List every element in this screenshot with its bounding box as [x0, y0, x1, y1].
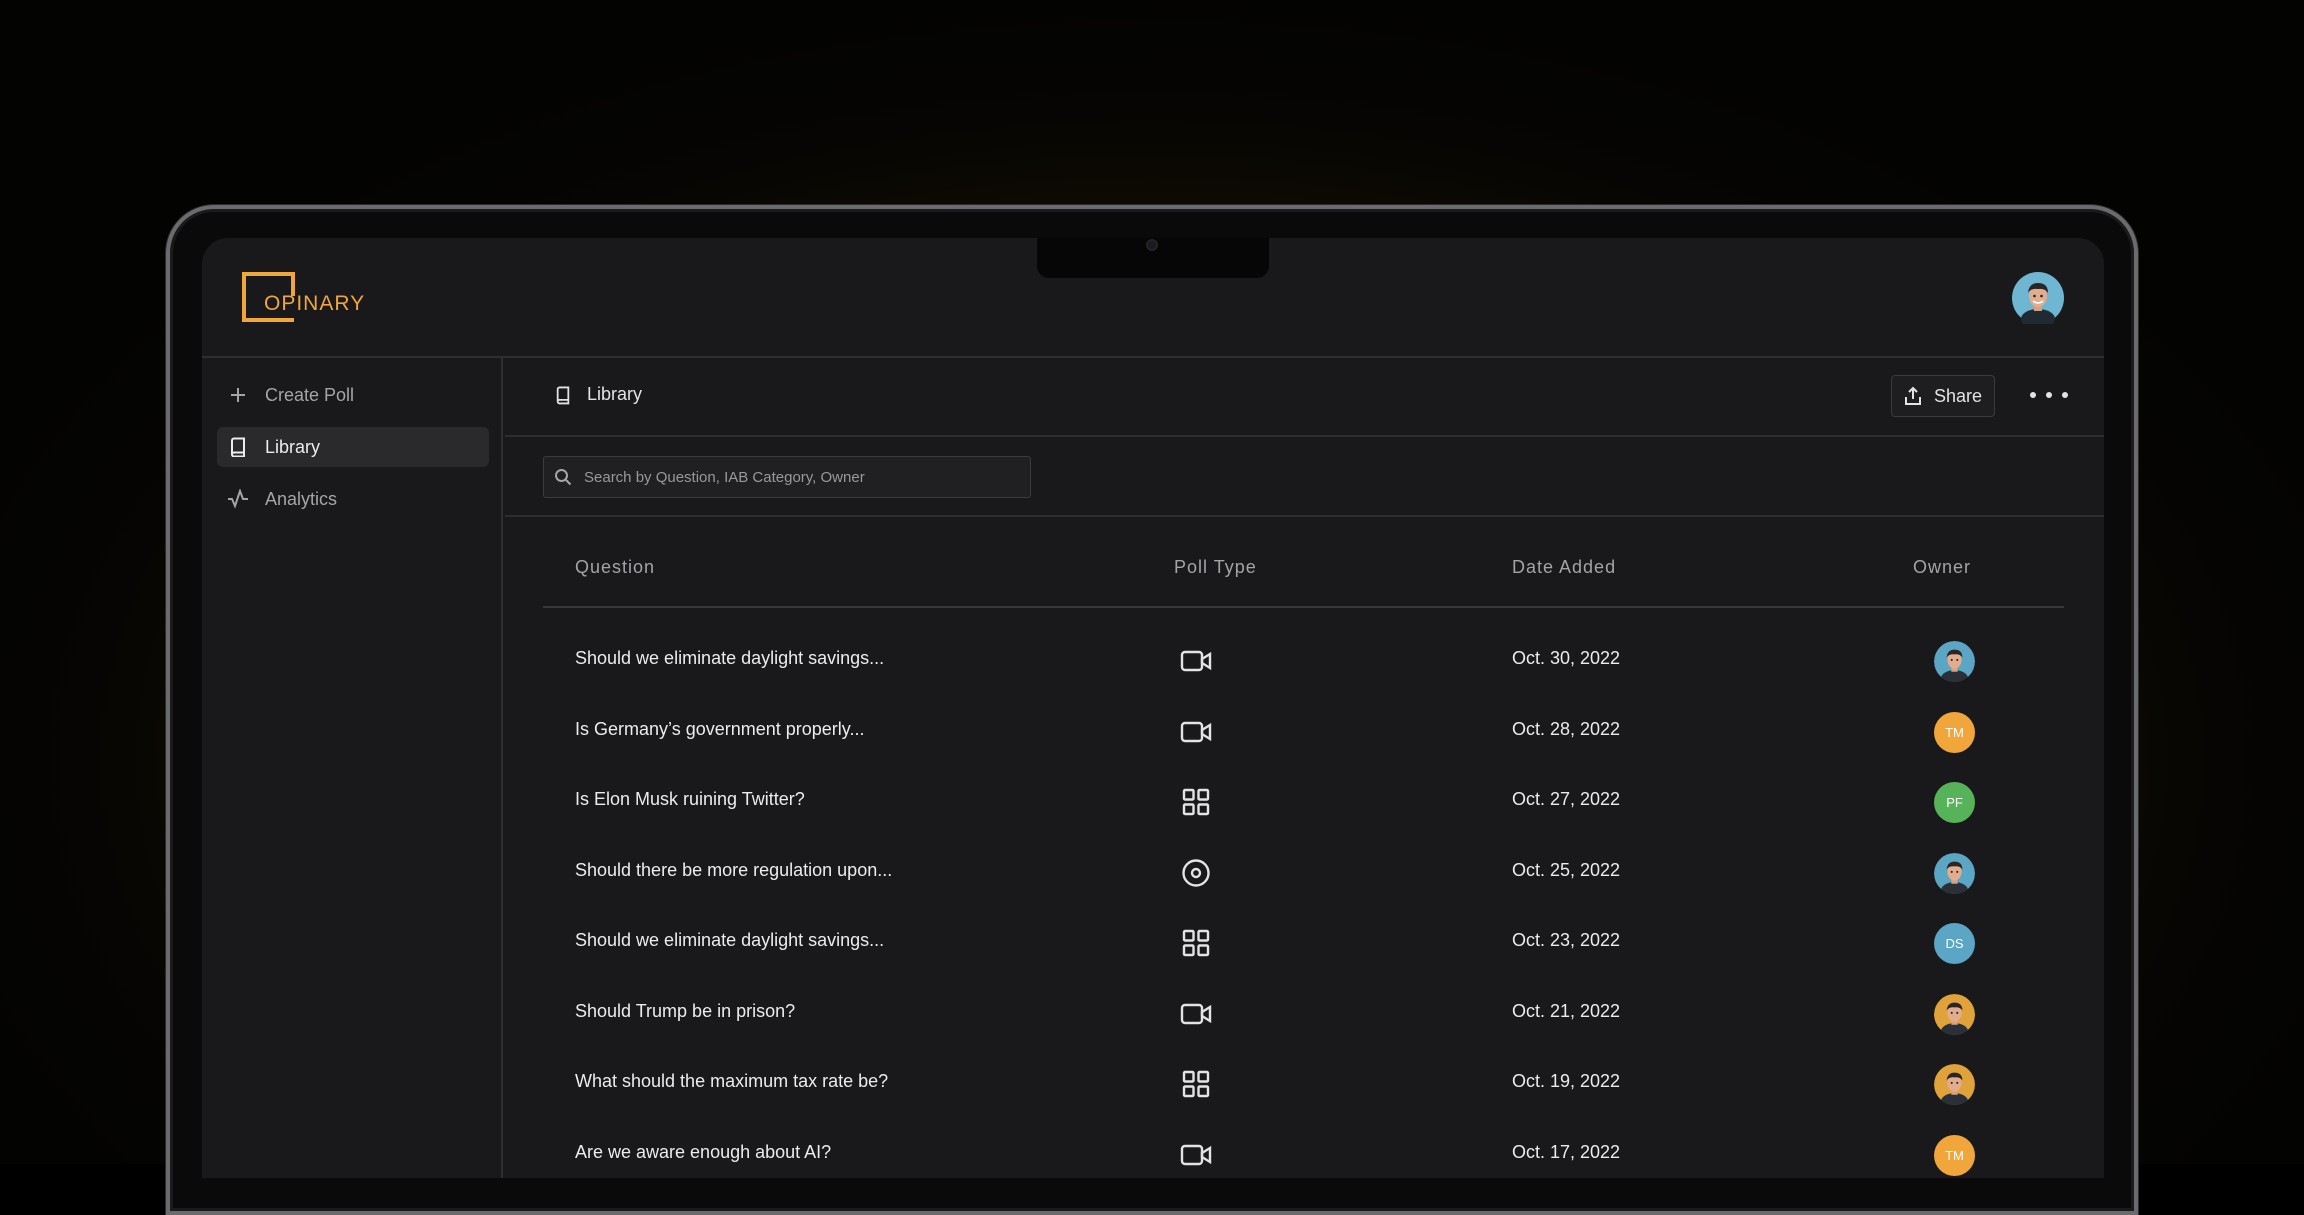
sidebar-item-library[interactable]: Library [217, 427, 489, 467]
sidebar-item-label: Library [265, 436, 321, 457]
table-row[interactable]: Are we aware enough about AI? Oct. 17, 20… [543, 1120, 2064, 1179]
sidebar-item-label: Analytics [265, 488, 338, 509]
owner-avatar[interactable] [1934, 1064, 1975, 1105]
video-icon [1179, 997, 1213, 1031]
breadcrumb: Library [555, 384, 642, 405]
table-row[interactable]: Is Germany’s government properly... Oct. … [543, 697, 2064, 767]
video-icon [1179, 715, 1213, 749]
grid-icon [1179, 785, 1213, 819]
question-cell[interactable]: Should we eliminate daylight savings... [575, 648, 884, 669]
question-cell[interactable]: Is Elon Musk ruining Twitter? [575, 789, 805, 810]
date-cell: Oct. 25, 2022 [1512, 859, 1621, 880]
target-icon [1179, 856, 1213, 890]
column-header-poll-type[interactable]: Poll Type [1174, 557, 1257, 578]
table-row[interactable]: Should there be more regulation upon... O… [543, 838, 2064, 908]
activity-icon [227, 488, 249, 510]
sidebar: Create Poll Library Analytics [202, 358, 503, 1178]
owner-avatar[interactable]: PF [1934, 782, 1975, 823]
page-title: Library [587, 384, 643, 404]
date-cell: Oct. 30, 2022 [1512, 648, 1621, 668]
table-row[interactable]: Should Trump be in prison? Oct. 21, 2022 [543, 979, 2064, 1049]
owner-avatar[interactable]: DS [1934, 923, 1975, 964]
date-cell: Oct. 27, 2022 [1512, 789, 1621, 809]
share-button[interactable]: Share [1891, 375, 1995, 417]
more-options-button[interactable] [2030, 380, 2068, 410]
owner-avatar[interactable] [1934, 993, 1975, 1035]
video-icon [1179, 644, 1213, 678]
user-photo-icon [2012, 272, 2064, 329]
table-row[interactable]: What should the maximum tax rate be? Oct.… [543, 1049, 2064, 1119]
question-cell[interactable]: Are we aware enough about AI? [575, 1142, 831, 1163]
owner-avatar[interactable]: TM [1934, 711, 1975, 753]
question-cell[interactable]: Is Germany’s government properly... [575, 719, 864, 740]
question-cell[interactable]: Should there be more regulation upon... [575, 860, 892, 881]
sidebar-item-label: Create Poll [265, 384, 355, 405]
video-icon [1179, 1138, 1213, 1172]
date-cell: Oct. 19, 2022 [1512, 1071, 1621, 1091]
search-box[interactable] [543, 456, 1031, 498]
dot [2062, 392, 2068, 398]
user-avatar[interactable] [2012, 272, 2064, 329]
search-icon [555, 469, 572, 486]
dot [2046, 392, 2052, 398]
book-icon [556, 386, 570, 404]
sidebar-item-create-poll[interactable]: Create Poll [217, 375, 489, 415]
owner-avatar[interactable]: TM [1934, 1134, 1975, 1176]
book-icon [227, 436, 249, 458]
date-cell: Oct. 17, 2022 [1512, 1141, 1621, 1162]
share-button-label: Share [1933, 385, 1983, 406]
content-header: Library Share [505, 358, 2104, 437]
date-cell: Oct. 28, 2022 [1512, 718, 1621, 739]
owner-avatar[interactable] [1934, 852, 1975, 894]
question-cell[interactable]: Should we eliminate daylight savings... [575, 930, 884, 951]
owner-avatar[interactable] [1934, 641, 1975, 682]
camera-icon [1146, 239, 1158, 251]
search-row [505, 437, 2104, 517]
sidebar-item-analytics[interactable]: Analytics [217, 479, 489, 519]
share-icon [1904, 386, 1921, 405]
column-header-date-added[interactable]: Date Added [1512, 557, 1616, 578]
date-cell: Oct. 21, 2022 [1512, 1000, 1621, 1021]
table-row[interactable]: Should we eliminate daylight savings... O… [543, 908, 2064, 978]
table-row[interactable]: Is Elon Musk ruining Twitter? Oct. 27, 20… [543, 767, 2064, 837]
question-cell[interactable]: What should the maximum tax rate be? [575, 1071, 888, 1092]
grid-icon [1179, 1067, 1213, 1101]
plus-icon [227, 384, 249, 406]
column-header-owner[interactable]: Owner [1913, 557, 1971, 578]
opinary-logo[interactable]: OPINARY [242, 272, 382, 322]
logo-text: OPINARY [264, 292, 366, 315]
poll-table: Question Poll Type Date Added Owner Shou… [543, 517, 2064, 1178]
question-cell[interactable]: Should Trump be in prison? [575, 1001, 795, 1022]
grid-icon [1179, 926, 1213, 960]
dot [2030, 392, 2036, 398]
table-header: Question Poll Type Date Added Owner [543, 517, 2064, 608]
app-screen: OPINARY Create Poll Library Analytics Li… [202, 238, 2104, 1178]
column-header-question[interactable]: Question [575, 557, 655, 578]
table-row[interactable]: Should we eliminate daylight savings... O… [543, 626, 2064, 696]
search-input[interactable] [584, 468, 1024, 486]
date-cell: Oct. 23, 2022 [1512, 930, 1621, 950]
